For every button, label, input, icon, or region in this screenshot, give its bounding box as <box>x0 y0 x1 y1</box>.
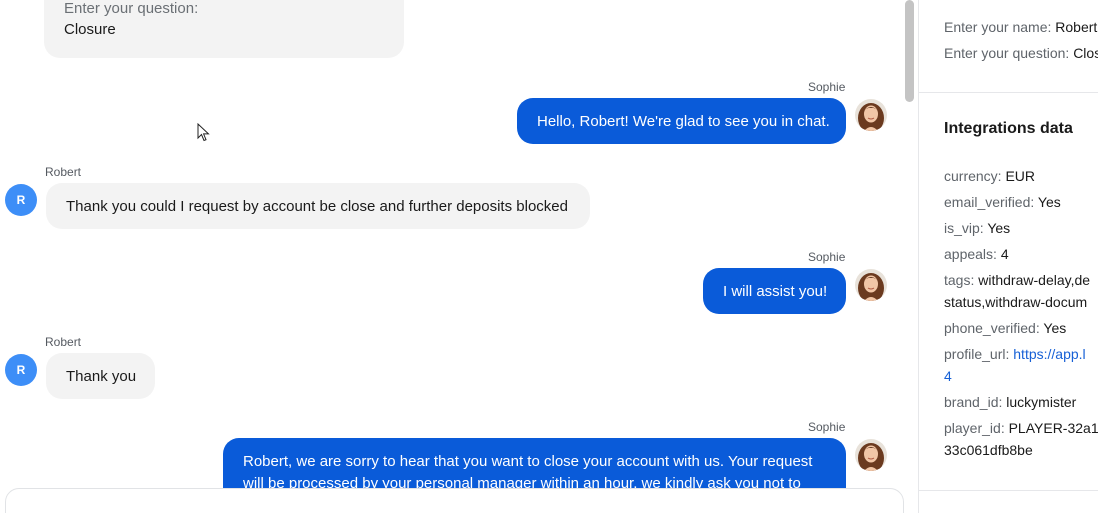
user-avatar: R <box>5 354 37 386</box>
message-text-line: Robert, we are sorry to hear that you wa… <box>243 453 813 470</box>
field-key: email_verified: <box>944 194 1035 210</box>
integration-player-id: player_id: PLAYER-32a1 <box>944 420 1098 436</box>
user-avatar: R <box>5 184 37 216</box>
chat-pane: Enter your question: Closure Sophie Hell… <box>0 0 917 513</box>
integration-profile-url-cont: 4 <box>944 368 952 384</box>
avatar-letter: R <box>16 193 26 207</box>
field-value: status,withdraw-docum <box>944 294 1088 310</box>
integration-tags-cont: status,withdraw-docum <box>944 294 1087 310</box>
message-text: I will assist you! <box>723 283 828 300</box>
field-key: phone_verified: <box>944 320 1040 336</box>
form-field-name: Enter your name: Robert <box>944 19 1097 35</box>
field-key: profile_url: <box>944 346 1010 362</box>
question-label: Enter your question: <box>64 0 199 17</box>
sender-name: Sophie <box>808 80 846 94</box>
mouse-cursor-icon <box>197 123 210 142</box>
divider <box>919 92 1098 93</box>
sender-name: Robert <box>45 165 82 179</box>
integration-profile-url: profile_url: https://app.l <box>944 346 1086 362</box>
field-value: PLAYER-32a1 <box>1008 420 1098 436</box>
integrations-title: Integrations data <box>944 120 1073 137</box>
agent-photo-icon <box>855 99 887 131</box>
sender-name: Robert <box>45 335 82 349</box>
chat-scrollbar[interactable] <box>905 0 914 102</box>
integration-appeals: appeals: 4 <box>944 246 1009 262</box>
avatar-letter: R <box>16 363 26 377</box>
agent-avatar <box>855 439 887 471</box>
field-value: 4 <box>1000 246 1009 262</box>
question-value: Closure <box>64 21 116 38</box>
message-input[interactable] <box>5 488 904 513</box>
field-key: is_vip: <box>944 220 984 236</box>
message-bubble-agent: I will assist you! <box>703 268 846 314</box>
sender-name: Sophie <box>808 420 846 434</box>
integration-player-id-cont: 33c061dfb8be <box>944 442 1033 458</box>
field-key: player_id: <box>944 420 1005 436</box>
field-value: luckymister <box>1006 394 1077 410</box>
field-key: Enter your question: <box>944 45 1070 61</box>
field-value: Robert <box>1055 19 1098 35</box>
field-value: Yes <box>987 220 1011 236</box>
agent-photo-icon <box>855 269 887 301</box>
message-bubble-agent: Hello, Robert! We're glad to see you in … <box>517 98 846 144</box>
integration-is-vip: is_vip: Yes <box>944 220 1010 236</box>
form-answers-card: Enter your question: Closure <box>44 0 404 58</box>
agent-avatar <box>855 269 887 301</box>
integration-tags: tags: withdraw-delay,de <box>944 272 1090 288</box>
form-field-question: Enter your question: Closure <box>944 45 1098 61</box>
profile-url-link[interactable]: 4 <box>944 368 952 384</box>
field-value: Yes <box>1037 194 1061 210</box>
field-key: appeals: <box>944 246 997 262</box>
agent-avatar <box>855 99 887 131</box>
profile-url-link[interactable]: https://app.l <box>1013 346 1085 362</box>
field-key: Enter your name: <box>944 19 1052 35</box>
integration-brand-id: brand_id: luckymister <box>944 394 1076 410</box>
message-text: Thank you could I request by account be … <box>66 198 568 215</box>
integration-email-verified: email_verified: Yes <box>944 194 1061 210</box>
sender-name: Sophie <box>808 250 846 264</box>
message-text: Hello, Robert! We're glad to see you in … <box>537 113 830 130</box>
field-value: EUR <box>1005 168 1036 184</box>
field-key: currency: <box>944 168 1002 184</box>
field-value: 33c061dfb8be <box>944 442 1033 458</box>
field-value: withdraw-delay,de <box>978 272 1091 288</box>
agent-photo-icon <box>855 439 887 471</box>
message-bubble-user: Thank you <box>46 353 155 399</box>
field-value: Yes <box>1043 320 1067 336</box>
details-panel: Enter your name: Robert Enter your quest… <box>918 0 1098 513</box>
field-key: brand_id: <box>944 394 1003 410</box>
field-key: tags: <box>944 272 975 288</box>
integration-currency: currency: EUR <box>944 168 1035 184</box>
message-bubble-user: Thank you could I request by account be … <box>46 183 590 229</box>
divider <box>919 490 1098 491</box>
integration-phone-verified: phone_verified: Yes <box>944 320 1066 336</box>
field-value: Closure <box>1073 45 1098 61</box>
message-text: Thank you <box>66 368 137 385</box>
